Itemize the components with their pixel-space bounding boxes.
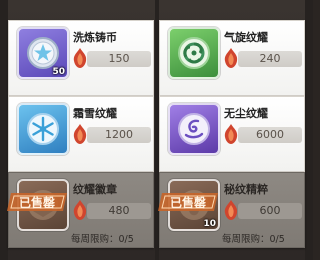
price-row: 6000 [222, 123, 302, 145]
item-price: 240 [238, 51, 302, 67]
triskelion-emblem-icon [178, 37, 210, 69]
shop-item-card[interactable]: 霜雪纹耀 1200 [8, 96, 154, 172]
weekly-limit: 每周限购：0/5 [71, 234, 134, 245]
item-quantity: 50 [52, 67, 65, 77]
item-quantity: 10 [203, 219, 216, 229]
sold-out-stamp: 已售罄 [158, 187, 222, 215]
item-icon-frame [168, 27, 220, 79]
shop-item-card[interactable]: 50 洗炼铸币 150 [8, 20, 154, 96]
price-row: 240 [222, 47, 302, 69]
swan-emblem-icon [178, 113, 210, 145]
item-icon-frame [17, 103, 69, 155]
currency-gem-icon [224, 48, 238, 68]
price-row: 1200 [71, 123, 151, 145]
currency-gem-icon [224, 200, 238, 220]
shop-panel: 50 洗炼铸币 150 气旋纹耀 240 霜雪纹耀 1200 无尘纹耀 6000… [0, 0, 313, 260]
item-name: 纹耀徽章 [73, 183, 117, 196]
shop-item-card[interactable]: 无尘纹耀 6000 [159, 96, 305, 172]
currency-gem-icon [73, 124, 87, 144]
currency-gem-icon [73, 48, 87, 68]
item-price: 600 [238, 203, 302, 219]
item-name: 气旋纹耀 [224, 31, 268, 44]
price-row: 480 [71, 199, 151, 221]
sold-out-label: 已售罄 [170, 195, 207, 210]
item-name: 洗炼铸币 [73, 31, 117, 44]
item-icon-frame: 50 [17, 27, 69, 79]
right-edge [305, 0, 313, 260]
price-row: 600 [222, 199, 302, 221]
item-name: 无尘纹耀 [224, 107, 268, 120]
left-edge [0, 0, 8, 260]
weekly-limit: 每周限购：0/5 [222, 234, 285, 245]
snowflake-emblem-icon [27, 113, 59, 145]
shop-item-card-sold-out[interactable]: 已售罄 纹耀徽章 480 每周限购：0/5 [7, 172, 154, 248]
item-name: 霜雪纹耀 [73, 107, 117, 120]
item-price: 150 [87, 51, 151, 67]
item-price: 6000 [238, 127, 302, 143]
item-icon-frame [168, 103, 220, 155]
shop-item-card[interactable]: 气旋纹耀 240 [159, 20, 305, 96]
item-price: 480 [87, 203, 151, 219]
item-name: 秘纹精粹 [224, 183, 268, 196]
price-row: 150 [71, 47, 151, 69]
sold-out-stamp: 已售罄 [7, 187, 71, 215]
currency-gem-icon [73, 200, 87, 220]
item-price: 1200 [87, 127, 151, 143]
shop-item-card-sold-out[interactable]: 10 已售罄 秘纹精粹 600 每周限购：0/5 [158, 172, 305, 248]
sold-out-label: 已售罄 [19, 195, 56, 210]
currency-gem-icon [224, 124, 238, 144]
